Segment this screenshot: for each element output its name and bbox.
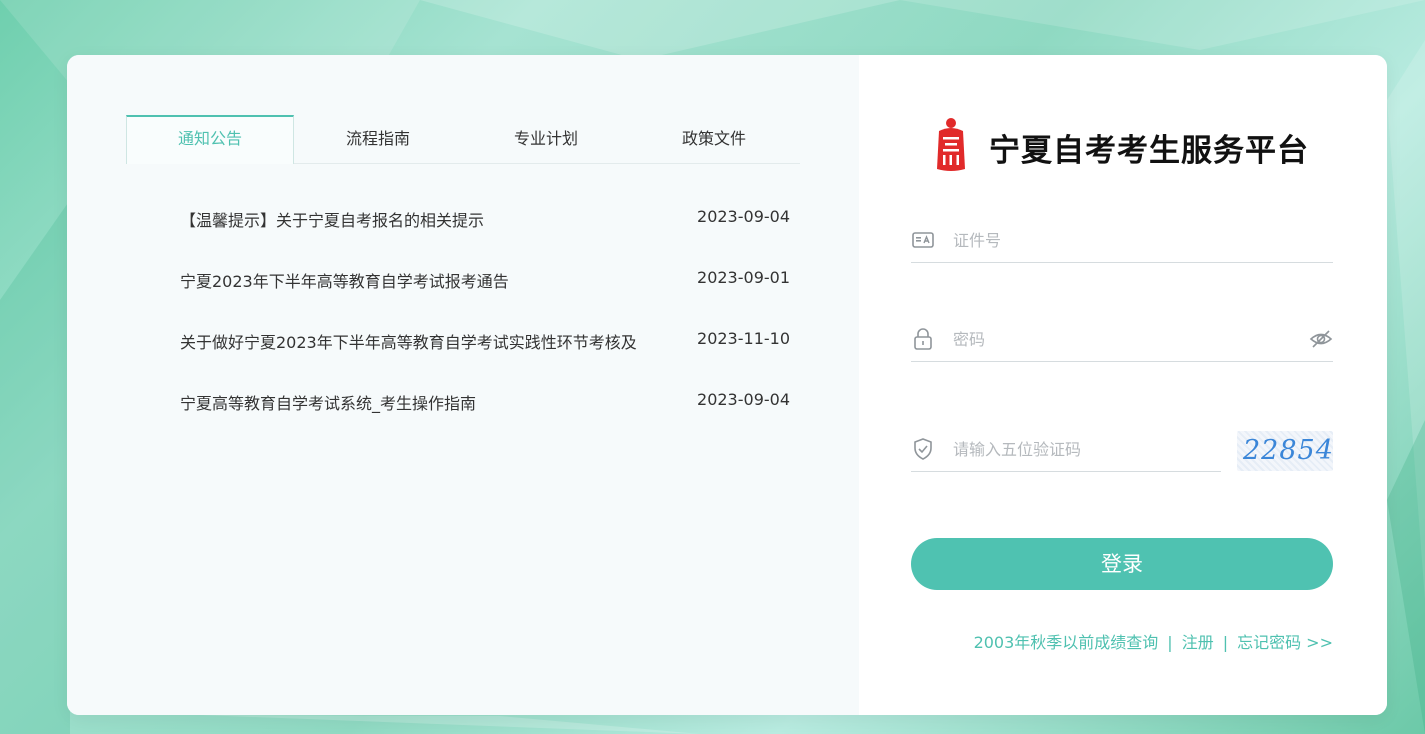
news-list: 【温馨提示】关于宁夏自考报名的相关提示 2023-09-04 宁夏2023年下半… bbox=[180, 195, 790, 439]
password-input[interactable] bbox=[951, 323, 1295, 355]
tab-major-plan[interactable]: 专业计划 bbox=[462, 115, 630, 163]
news-date: 2023-09-04 bbox=[697, 390, 790, 409]
captcha-input[interactable] bbox=[951, 433, 1215, 465]
news-date: 2023-09-04 bbox=[697, 207, 790, 226]
password-field bbox=[911, 317, 1333, 362]
register-link[interactable]: 注册 bbox=[1182, 633, 1214, 652]
id-number-field bbox=[911, 218, 1333, 263]
news-title[interactable]: 关于做好宁夏2023年下半年高等教育自学考试实践性环节考核及 bbox=[180, 329, 637, 353]
id-card-icon bbox=[912, 232, 934, 248]
platform-title: 宁夏自考考生服务平台 bbox=[989, 133, 1309, 169]
news-item[interactable]: 关于做好宁夏2023年下半年高等教育自学考试实践性环节考核及 2023-11-1… bbox=[180, 317, 790, 378]
news-tabs: 通知公告 流程指南 专业计划 政策文件 bbox=[126, 115, 800, 164]
news-date: 2023-11-10 bbox=[697, 329, 790, 348]
login-panel: 宁夏自考考生服务平台 证件号 请输入五位验证码 22854 登录 2003年秋季… bbox=[859, 55, 1387, 715]
link-separator: | bbox=[1222, 633, 1229, 652]
tab-notice[interactable]: 通知公告 bbox=[126, 115, 294, 164]
forgot-password-link[interactable]: 忘记密码 >> bbox=[1237, 633, 1333, 652]
lock-icon bbox=[914, 328, 932, 350]
captcha-image[interactable]: 22854 bbox=[1237, 431, 1333, 471]
news-title[interactable]: 宁夏高等教育自学考试系统_考生操作指南 bbox=[180, 390, 476, 414]
news-title[interactable]: 【温馨提示】关于宁夏自考报名的相关提示 bbox=[180, 207, 484, 231]
captcha-code: 22854 bbox=[1243, 435, 1334, 466]
shield-check-icon bbox=[914, 438, 932, 460]
tab-policy-docs[interactable]: 政策文件 bbox=[630, 115, 798, 163]
news-item[interactable]: 宁夏2023年下半年高等教育自学考试报考通告 2023-09-01 bbox=[180, 256, 790, 317]
seal-logo-icon bbox=[937, 118, 965, 171]
main-card: 通知公告 流程指南 专业计划 政策文件 【温馨提示】关于宁夏自考报名的相关提示 … bbox=[67, 55, 1387, 715]
news-item[interactable]: 【温馨提示】关于宁夏自考报名的相关提示 2023-09-04 bbox=[180, 195, 790, 256]
link-separator: | bbox=[1167, 633, 1173, 652]
login-button[interactable]: 登录 bbox=[911, 538, 1333, 590]
score-query-link[interactable]: 2003年秋季以前成绩查询 bbox=[974, 633, 1159, 652]
captcha-field bbox=[911, 427, 1221, 472]
tab-process-guide[interactable]: 流程指南 bbox=[294, 115, 462, 163]
eye-off-icon[interactable] bbox=[1309, 327, 1333, 351]
news-title[interactable]: 宁夏2023年下半年高等教育自学考试报考通告 bbox=[180, 268, 509, 292]
news-item[interactable]: 宁夏高等教育自学考试系统_考生操作指南 2023-09-04 bbox=[180, 378, 790, 439]
news-date: 2023-09-01 bbox=[697, 268, 790, 287]
news-panel: 通知公告 流程指南 专业计划 政策文件 【温馨提示】关于宁夏自考报名的相关提示 … bbox=[67, 55, 859, 715]
footer-links: 2003年秋季以前成绩查询 | 注册 | 忘记密码 >> bbox=[974, 629, 1333, 653]
id-number-input[interactable] bbox=[951, 224, 1295, 256]
